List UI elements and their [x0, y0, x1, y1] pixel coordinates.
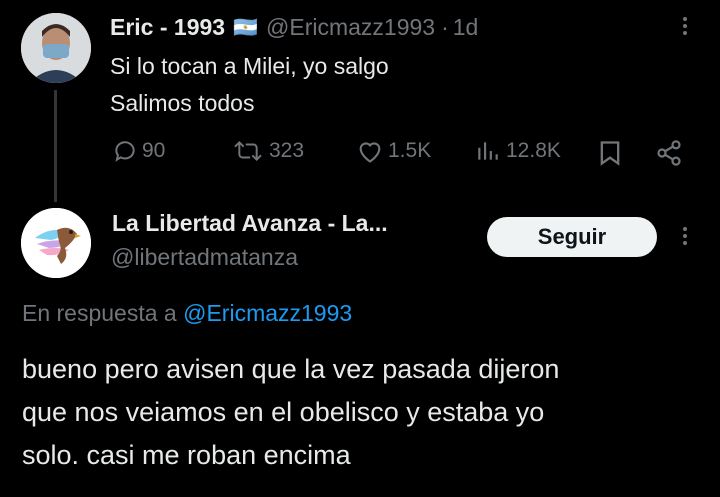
views-count: 12.8K	[506, 139, 561, 162]
views-icon	[478, 142, 498, 160]
argentina-flag-icon: 🇦🇷	[233, 16, 258, 39]
reply-line: bueno pero avisen que la vez pasada dije…	[22, 354, 560, 384]
like-count: 1.5K	[388, 139, 432, 162]
retweet-icon	[234, 140, 262, 162]
tweet-header: Eric - 1993 🇦🇷 @Ericmazz1993 · 1d	[110, 12, 478, 42]
author-handle[interactable]: @Ericmazz1993	[266, 14, 435, 41]
reply-line: que nos veiamos en el obelisco y estaba …	[22, 397, 545, 427]
reply-more-icon[interactable]	[683, 227, 687, 245]
share-button[interactable]	[655, 139, 683, 172]
separator: ·	[441, 13, 449, 40]
bookmark-button[interactable]	[598, 139, 622, 172]
like-button[interactable]: 1.5K	[356, 138, 431, 164]
tweet-text: Si lo tocan a Milei, yo salgo Salimos to…	[110, 48, 389, 122]
author-avatar[interactable]	[21, 13, 91, 83]
reply-author-handle[interactable]: @libertadmatanza	[111, 244, 298, 271]
tweet-line: Si lo tocan a Milei, yo salgo	[110, 53, 389, 79]
share-icon	[657, 140, 681, 166]
reply-line: solo. casi me roban encima	[22, 440, 351, 470]
replying-to-label: En respuesta a	[22, 300, 177, 326]
replying-to: En respuesta a @Ericmazz1993	[22, 300, 352, 327]
tweet-line: Salimos todos	[110, 90, 255, 116]
like-icon	[359, 142, 381, 163]
reply-button[interactable]: 90	[112, 138, 165, 164]
retweet-count: 323	[269, 139, 305, 162]
thread-line	[54, 90, 57, 202]
more-icon[interactable]	[683, 17, 687, 35]
author-name[interactable]: Eric - 1993	[110, 14, 225, 41]
replying-to-handle[interactable]: @Ericmazz1993	[183, 300, 352, 326]
reply-text: bueno pero avisen que la vez pasada dije…	[22, 348, 559, 477]
retweet-button[interactable]: 323	[231, 138, 304, 164]
views-button[interactable]: 12.8K	[474, 138, 561, 164]
follow-button[interactable]: Seguir	[487, 217, 657, 257]
bookmark-icon	[600, 141, 620, 166]
reply-count: 90	[142, 139, 166, 162]
reply-author-name[interactable]: La Libertad Avanza - La...	[112, 210, 388, 237]
reply-icon	[115, 141, 135, 162]
tweet-time[interactable]: 1d	[453, 14, 479, 41]
reply-author-avatar[interactable]	[21, 208, 91, 278]
